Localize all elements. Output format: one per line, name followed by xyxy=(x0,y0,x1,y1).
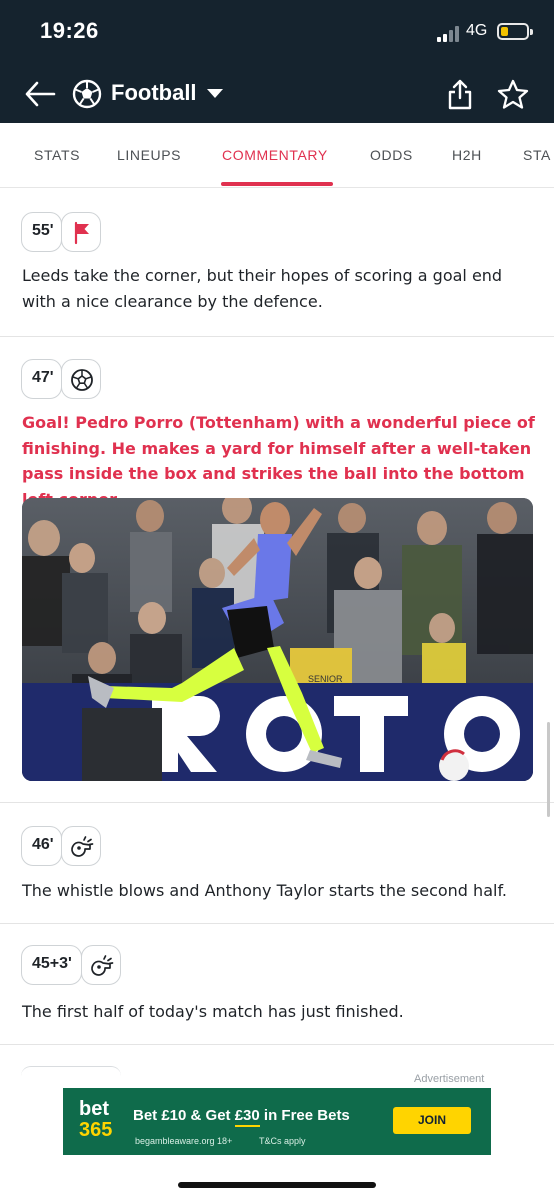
scrollbar[interactable] xyxy=(547,722,550,817)
active-tab-indicator xyxy=(221,182,333,186)
commentary-text: The whistle blows and Anthony Taylor sta… xyxy=(22,881,507,900)
chevron-down-icon[interactable] xyxy=(207,89,223,98)
share-icon[interactable] xyxy=(446,78,474,110)
app-header: 19:26 4G Football xyxy=(0,0,554,123)
battery-icon xyxy=(497,23,533,40)
tab-lineups[interactable]: LINEUPS xyxy=(117,147,181,163)
whistle-icon xyxy=(81,945,121,985)
favourite-star-icon[interactable] xyxy=(497,79,529,109)
ad-fine-print: begambleaware.org 18+ xyxy=(135,1136,233,1146)
ad-logo-number: 365 xyxy=(79,1119,113,1141)
minute-badge: 47' xyxy=(21,359,62,399)
ad-logo: bet xyxy=(79,1098,109,1120)
advertisement-banner[interactable]: bet 365 Bet £10 & Get £30 in Free Bets b… xyxy=(63,1088,491,1155)
sport-selector[interactable]: Football xyxy=(111,80,197,106)
status-time: 19:26 xyxy=(40,18,99,43)
tab-stats[interactable]: STATS xyxy=(34,147,80,163)
goal-photo[interactable]: SENIOR xyxy=(22,498,533,781)
status-bar: 19:26 4G xyxy=(0,0,554,66)
signal-icon xyxy=(437,24,463,42)
back-arrow-icon[interactable] xyxy=(24,80,56,108)
commentary-item: 55' Leeds take the corner, but their hop… xyxy=(0,189,554,337)
commentary-text: Leeds take the corner, but their hopes o… xyxy=(22,266,503,311)
ad-headline: Bet £10 & Get £30 in Free Bets xyxy=(133,1107,350,1127)
minute-badge: 45+3' xyxy=(21,945,82,985)
minute-label: 55' xyxy=(32,222,54,239)
tab-odds[interactable]: ODDS xyxy=(370,147,413,163)
network-type: 4G xyxy=(466,22,488,39)
corner-flag-icon xyxy=(61,212,101,252)
minute-label: 47' xyxy=(32,369,54,386)
photo-text: SENIOR xyxy=(308,674,343,684)
goal-ball-icon xyxy=(61,359,101,399)
tab-h2h[interactable]: H2H xyxy=(452,147,482,163)
commentary-text: The first half of today's match has just… xyxy=(22,1002,404,1021)
whistle-icon xyxy=(61,826,101,866)
minute-badge: 46' xyxy=(21,826,62,866)
ad-label: Advertisement xyxy=(414,1073,485,1085)
tab-standings[interactable]: STA xyxy=(523,147,551,163)
ad-terms: T&Cs apply xyxy=(259,1136,306,1146)
tab-commentary[interactable]: COMMENTARY xyxy=(222,147,328,163)
next-minute-badge-partial xyxy=(21,1066,121,1076)
goal-commentary-text: Goal! Pedro Porro (Tottenham) with a won… xyxy=(22,413,535,509)
commentary-item: 45+3' The first half of today's match ha… xyxy=(0,924,554,1045)
home-indicator[interactable] xyxy=(178,1182,376,1188)
minute-badge: 55' xyxy=(21,212,62,252)
match-tabs: STATS LINEUPS COMMENTARY ODDS H2H STA xyxy=(0,123,554,188)
minute-label: 45+3' xyxy=(32,955,72,972)
minute-label: 46' xyxy=(32,836,54,853)
ad-join-button[interactable]: JOIN xyxy=(393,1107,471,1134)
commentary-item: 46' The whistle blows and Anthony Taylor… xyxy=(0,803,554,924)
nav-bar: Football xyxy=(0,66,554,123)
football-icon xyxy=(72,79,102,109)
goal-photo-illustration: SENIOR xyxy=(22,498,533,781)
